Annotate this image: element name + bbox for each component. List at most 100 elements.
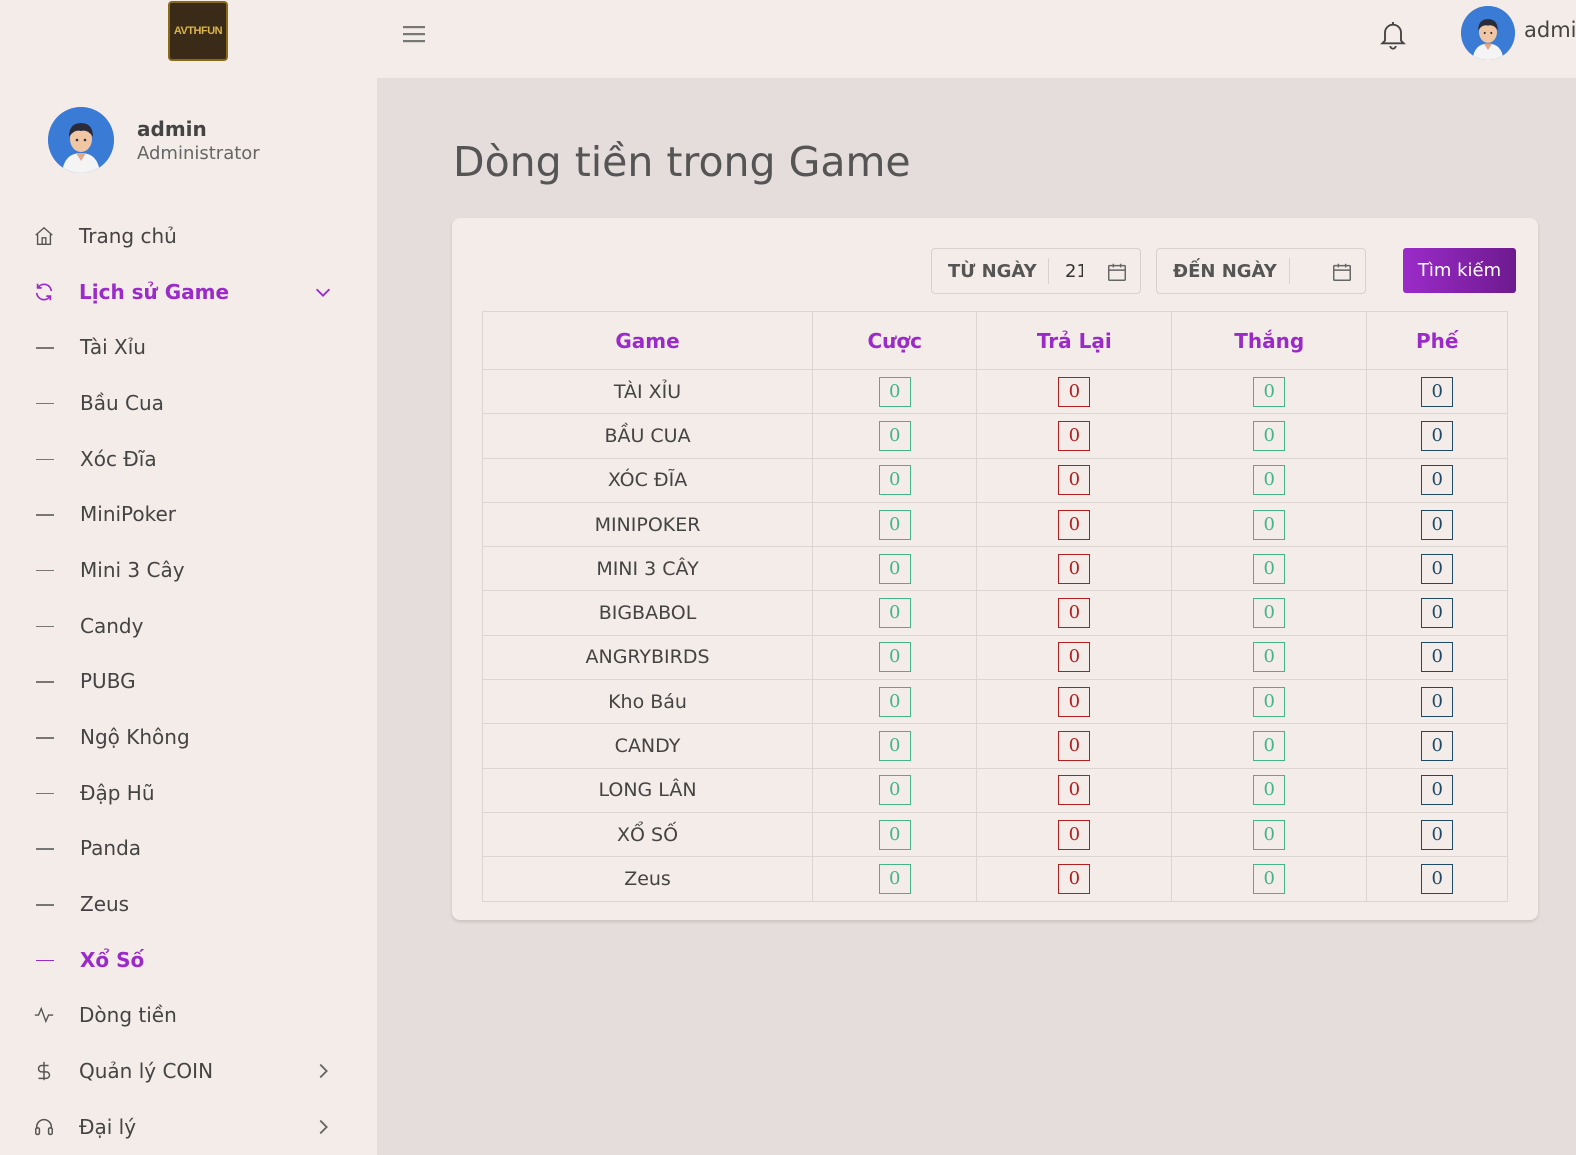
sidebar-item-candy[interactable]: Candy (0, 598, 377, 654)
dollar-icon (32, 1059, 56, 1083)
value-cell: 0 (976, 811, 1173, 858)
game-name-cell: BIGBABOL (481, 590, 814, 636)
refund-value: 0 (1058, 598, 1091, 629)
win-value: 0 (1253, 465, 1286, 496)
value-cell: 0 (812, 501, 978, 548)
game-name-cell: LONG LÂN (481, 767, 814, 813)
sidebar-item-label: Quản lý COIN (79, 1059, 214, 1084)
dash-icon (36, 625, 54, 628)
refund-value: 0 (1058, 819, 1091, 850)
chevron-down-icon (312, 281, 334, 303)
value-cell: 0 (1171, 811, 1368, 858)
table-row: BIGBABOL 0 0 0 0 (481, 590, 1508, 636)
column-header-game[interactable]: Game (481, 311, 814, 370)
sidebar-item-home[interactable]: Trang chủ (0, 208, 377, 264)
sidebar-item-ngo-khong[interactable]: Ngộ Không (0, 709, 377, 765)
win-value: 0 (1253, 686, 1286, 717)
value-cell: 0 (812, 679, 978, 725)
dash-icon (36, 848, 54, 850)
win-value: 0 (1253, 509, 1286, 540)
sidebar-item-label: Đại lý (79, 1114, 137, 1139)
bet-value: 0 (878, 642, 911, 673)
column-header-bet[interactable]: Cược (812, 311, 978, 370)
sidebar-item-bau-cua[interactable]: Bầu Cua (0, 375, 377, 431)
sidebar-item-dap-hu[interactable]: Đập Hũ (0, 765, 377, 821)
notification-bell-icon[interactable] (1377, 18, 1409, 50)
table-row: MINIPOKER 0 0 0 0 (481, 501, 1508, 548)
sidebar-item-label: PUBG (80, 669, 136, 694)
value-cell: 0 (1171, 368, 1368, 415)
value-cell: 0 (976, 767, 1173, 813)
profile-role: Administrator (137, 142, 260, 164)
fee-value: 0 (1421, 863, 1454, 894)
value-cell: 0 (976, 856, 1173, 902)
table-row: BẦU CUA 0 0 0 0 (481, 413, 1508, 459)
sidebar-item-cash-flow[interactable]: Dòng tiền (0, 988, 377, 1044)
dash-icon (36, 402, 54, 405)
calendar-icon[interactable] (1106, 261, 1128, 283)
dash-icon (36, 959, 54, 962)
cash-flow-table: Game Cược Trả Lại Thắng Phế TÀI XỈU 0 0 0 0 B… (481, 311, 1508, 902)
sidebar-item-label: Xóc Đĩa (80, 446, 157, 471)
sidebar-item-label: Zeus (80, 892, 130, 917)
game-name-cell: ANGRYBIRDS (481, 634, 814, 681)
fee-value: 0 (1421, 686, 1454, 717)
table-row: Kho Báu 0 0 0 0 (481, 679, 1508, 725)
table-row: TÀI XỈU 0 0 0 0 (481, 368, 1508, 415)
value-cell: 0 (1171, 767, 1368, 813)
fee-value: 0 (1421, 775, 1454, 806)
headset-icon (32, 1115, 56, 1139)
sidebar-item-pubg[interactable]: PUBG (0, 654, 377, 710)
table-body: TÀI XỈU 0 0 0 0 BẦU CUA 0 0 0 0 XÓC ĐĨA 0 0 0 0 MINIPOK… (481, 368, 1508, 902)
from-date-group[interactable]: TỪ NGÀY 21 (931, 248, 1141, 294)
sidebar-item-minipoker[interactable]: MiniPoker (0, 486, 377, 542)
sidebar-item-xo-so[interactable]: Xổ Số (0, 932, 377, 988)
refund-value: 0 (1058, 509, 1091, 540)
value-cell: 0 (976, 501, 1173, 548)
from-date-input[interactable]: 21 (1065, 261, 1083, 282)
bet-value: 0 (878, 420, 911, 451)
table-row: CANDY 0 0 0 0 (481, 723, 1508, 769)
value-cell: 0 (976, 413, 1173, 459)
sidebar-item-game-history[interactable]: Lịch sử Game (0, 264, 377, 320)
sidebar-item-coin-management[interactable]: Quản lý COIN (0, 1043, 377, 1099)
page-title: Dòng tiền trong Game (453, 138, 911, 186)
search-button[interactable]: Tìm kiếm (1403, 248, 1516, 293)
sidebar-nav: Trang chủ Lịch sử Game Tài Xỉu Bầu Cua X… (0, 208, 377, 1155)
bet-value: 0 (878, 509, 911, 540)
game-name-cell: CANDY (481, 723, 814, 769)
column-header-win[interactable]: Thắng (1171, 311, 1368, 370)
sidebar-item-agent[interactable]: Đại lý (0, 1099, 377, 1155)
avatar (48, 107, 114, 173)
menu-toggle-icon[interactable] (403, 24, 427, 44)
value-cell: 0 (1366, 679, 1508, 725)
to-date-label: ĐẾN NGÀY (1173, 260, 1277, 282)
value-cell: 0 (812, 723, 978, 769)
sidebar-item-xoc-dia[interactable]: Xóc Đĩa (0, 431, 377, 487)
user-avatar[interactable] (1461, 6, 1515, 60)
header-username[interactable]: admin (1524, 18, 1576, 42)
value-cell: 0 (1366, 811, 1508, 858)
refund-value: 0 (1058, 731, 1091, 762)
column-header-refund[interactable]: Trả Lại (976, 311, 1173, 370)
value-cell: 0 (1366, 767, 1508, 813)
sidebar-item-zeus[interactable]: Zeus (0, 876, 377, 932)
fee-value: 0 (1421, 420, 1454, 451)
from-date-label: TỪ NGÀY (948, 260, 1037, 282)
column-header-fee[interactable]: Phế (1366, 311, 1508, 370)
value-cell: 0 (812, 767, 978, 813)
to-date-group[interactable]: ĐẾN NGÀY (1156, 248, 1366, 294)
game-name-cell: MINI 3 CÂY (481, 546, 814, 592)
sidebar-item-panda[interactable]: Panda (0, 821, 377, 877)
value-cell: 0 (1171, 501, 1368, 548)
calendar-icon[interactable] (1331, 261, 1353, 283)
sidebar-item-tai-xiu[interactable]: Tài Xỉu (0, 319, 377, 375)
game-name-cell: BẦU CUA (481, 413, 814, 459)
value-cell: 0 (1171, 413, 1368, 459)
value-cell: 0 (1171, 723, 1368, 769)
value-cell: 0 (1171, 546, 1368, 592)
sidebar-item-mini-3-cay[interactable]: Mini 3 Cây (0, 542, 377, 598)
value-cell: 0 (1366, 723, 1508, 769)
refund-value: 0 (1058, 465, 1091, 496)
brand-logo[interactable]: AVTHFUN (168, 1, 228, 61)
